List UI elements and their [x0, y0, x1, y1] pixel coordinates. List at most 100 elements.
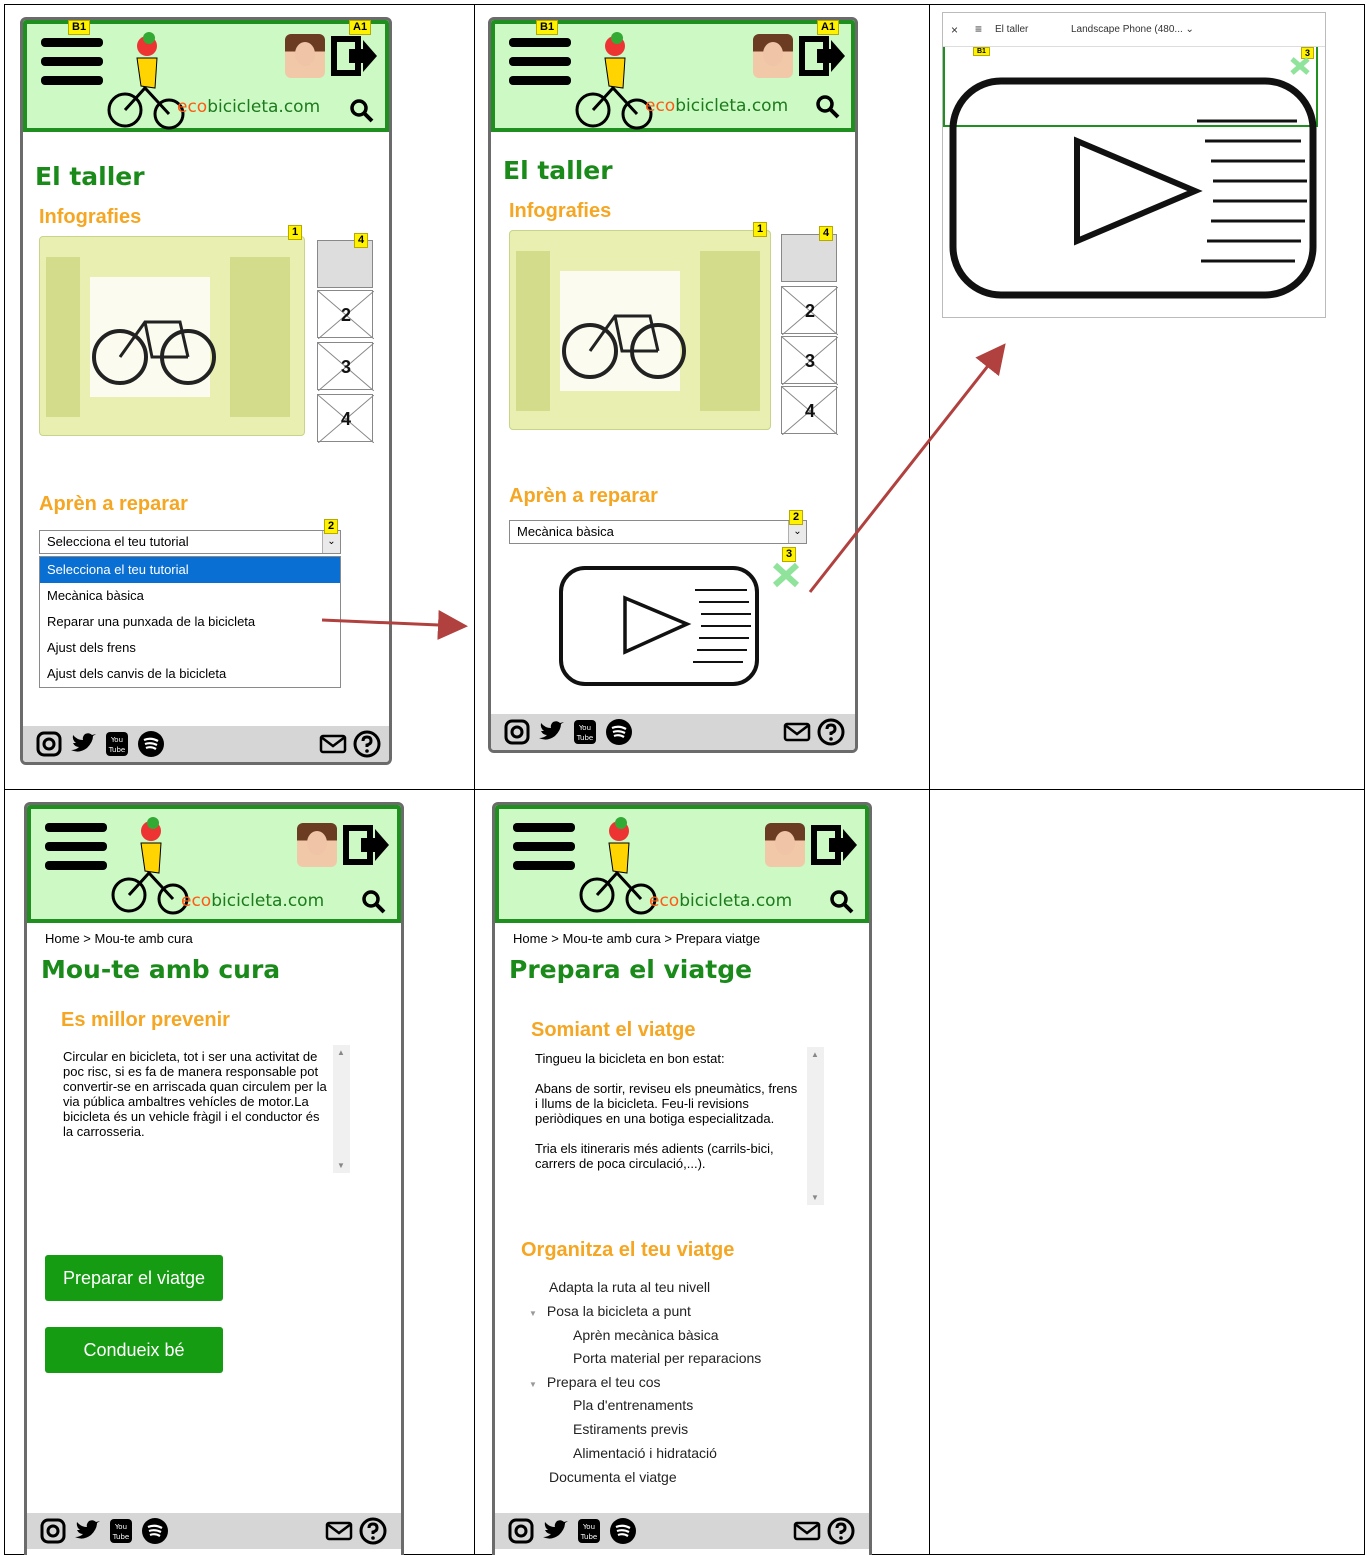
- tree-item[interactable]: Estiraments previs: [573, 1421, 688, 1437]
- bike-infographic[interactable]: [509, 230, 771, 430]
- close-icon[interactable]: ×: [951, 23, 958, 37]
- spotify-icon[interactable]: [137, 730, 165, 758]
- brand-name[interactable]: ecobicicleta.com: [645, 96, 788, 116]
- app-footer: You Tube: [27, 1513, 401, 1549]
- tree-item[interactable]: Porta material per reparacions: [573, 1350, 761, 1366]
- device-select[interactable]: Landscape Phone (480... ⌄: [1071, 24, 1194, 35]
- expand-triangle-icon[interactable]: ▼: [529, 1309, 537, 1318]
- tree-item[interactable]: Adapta la ruta al teu nivell: [549, 1279, 710, 1295]
- page-title: El taller: [503, 156, 613, 185]
- thumbnail-3-placeholder[interactable]: 3: [781, 336, 838, 385]
- menu-icon[interactable]: ≡: [975, 22, 982, 36]
- option[interactable]: Ajust dels frens: [40, 635, 340, 661]
- drive-well-button[interactable]: Condueix bé: [45, 1327, 223, 1373]
- scrollbar[interactable]: ▲ ▼: [333, 1045, 350, 1173]
- youtube-icon[interactable]: You Tube: [103, 730, 131, 758]
- help-icon[interactable]: [827, 1517, 855, 1545]
- youtube-icon[interactable]: You Tube: [575, 1517, 603, 1545]
- spotify-icon[interactable]: [141, 1517, 169, 1545]
- user-avatar[interactable]: [297, 823, 337, 867]
- thumbnail-3-placeholder[interactable]: 3: [317, 342, 374, 391]
- tree-item[interactable]: ▼ Prepara el teu cos: [529, 1374, 661, 1390]
- menu-icon[interactable]: [513, 823, 575, 880]
- annotation-a1: A1: [817, 20, 840, 35]
- option[interactable]: Mecànica bàsica: [40, 583, 340, 609]
- option[interactable]: Reparar una punxada de la bicicleta: [40, 609, 340, 635]
- svg-text:Tube: Tube: [580, 1533, 597, 1541]
- bike-infographic[interactable]: [39, 236, 305, 436]
- thumbnail-2-placeholder[interactable]: 2: [781, 286, 838, 335]
- page-title: El taller: [35, 162, 145, 191]
- svg-text:You: You: [582, 1523, 595, 1531]
- paragraph: Tingueu la bicicleta en bon estat:: [535, 1051, 725, 1066]
- youtube-icon[interactable]: You Tube: [107, 1517, 135, 1545]
- spotify-icon[interactable]: [605, 718, 633, 746]
- logout-icon[interactable]: [811, 823, 859, 867]
- tree-item[interactable]: Alimentació i hidratació: [573, 1445, 717, 1461]
- logout-icon[interactable]: [799, 34, 847, 78]
- mail-icon[interactable]: [319, 730, 347, 758]
- annotation-4: 4: [354, 233, 369, 248]
- instagram-icon[interactable]: [39, 1517, 67, 1545]
- help-icon[interactable]: [817, 718, 845, 746]
- search-icon[interactable]: [349, 98, 375, 124]
- thumbnail-4-placeholder[interactable]: 4: [781, 386, 838, 435]
- logout-icon[interactable]: [331, 34, 379, 78]
- thumbnail-2-placeholder[interactable]: 2: [317, 290, 374, 339]
- twitter-icon[interactable]: [69, 730, 97, 758]
- search-icon[interactable]: [361, 889, 387, 915]
- tree-item[interactable]: ▼ Posa la bicicleta a punt: [529, 1303, 691, 1319]
- tutorial-select[interactable]: Selecciona el teu tutorial ⌄: [39, 530, 341, 554]
- landscape-preview: × ≡ El taller Landscape Phone (480... ⌄ …: [942, 12, 1326, 318]
- menu-icon[interactable]: [45, 823, 107, 880]
- mail-icon[interactable]: [325, 1517, 353, 1545]
- brand-name[interactable]: ecobicicleta.com: [177, 97, 320, 117]
- spotify-icon[interactable]: [609, 1517, 637, 1545]
- close-icon[interactable]: [771, 562, 801, 588]
- brand-name[interactable]: ecobicicleta.com: [181, 891, 324, 911]
- tree-item[interactable]: Documenta el viatge: [549, 1469, 677, 1485]
- thumbnail-4-bike[interactable]: [781, 234, 837, 282]
- chevron-down-icon[interactable]: ⌄: [322, 531, 340, 553]
- instagram-icon[interactable]: [503, 718, 531, 746]
- search-icon[interactable]: [829, 889, 855, 915]
- twitter-icon[interactable]: [537, 718, 565, 746]
- instagram-icon[interactable]: [35, 730, 63, 758]
- mail-icon[interactable]: [783, 718, 811, 746]
- tree-item[interactable]: Aprèn mecànica bàsica: [573, 1327, 719, 1343]
- svg-text:Tube: Tube: [576, 734, 593, 742]
- play-video-icon[interactable]: [555, 560, 765, 690]
- option[interactable]: Selecciona el teu tutorial: [40, 557, 340, 583]
- menu-icon[interactable]: [41, 38, 103, 95]
- user-avatar[interactable]: [765, 823, 805, 867]
- breadcrumb[interactable]: Home > Mou-te amb cura: [45, 931, 193, 946]
- instagram-icon[interactable]: [507, 1517, 535, 1545]
- youtube-icon[interactable]: You Tube: [571, 718, 599, 746]
- menu-icon[interactable]: [509, 38, 571, 95]
- app-footer: You Tube: [23, 726, 389, 762]
- svg-text:Tube: Tube: [112, 1533, 129, 1541]
- scrollbar[interactable]: ▲ ▼: [807, 1047, 824, 1205]
- help-icon[interactable]: [353, 730, 381, 758]
- twitter-icon[interactable]: [541, 1517, 569, 1545]
- prepare-trip-button[interactable]: Preparar el viatge: [45, 1255, 223, 1301]
- user-avatar[interactable]: [285, 34, 325, 78]
- brand-name[interactable]: ecobicicleta.com: [649, 891, 792, 911]
- search-icon[interactable]: [815, 94, 841, 120]
- option[interactable]: Ajust dels canvis de la bicicleta: [40, 661, 340, 687]
- section-heading: Somiant el viatge: [531, 1019, 696, 1041]
- svg-text:You: You: [114, 1523, 127, 1531]
- tutorial-select[interactable]: Mecànica bàsica ⌄: [509, 520, 807, 544]
- user-avatar[interactable]: [753, 34, 793, 78]
- annotation-b1: B1: [536, 20, 559, 35]
- breadcrumb[interactable]: Home > Mou-te amb cura > Prepara viatge: [513, 931, 760, 946]
- help-icon[interactable]: [359, 1517, 387, 1545]
- play-video-icon[interactable]: [947, 71, 1319, 307]
- grid-divider: [4, 789, 1365, 790]
- tree-item[interactable]: Pla d'entrenaments: [573, 1397, 693, 1413]
- expand-triangle-icon[interactable]: ▼: [529, 1380, 537, 1389]
- logout-icon[interactable]: [343, 823, 391, 867]
- thumbnail-4-placeholder[interactable]: 4: [317, 394, 374, 443]
- mail-icon[interactable]: [793, 1517, 821, 1545]
- twitter-icon[interactable]: [73, 1517, 101, 1545]
